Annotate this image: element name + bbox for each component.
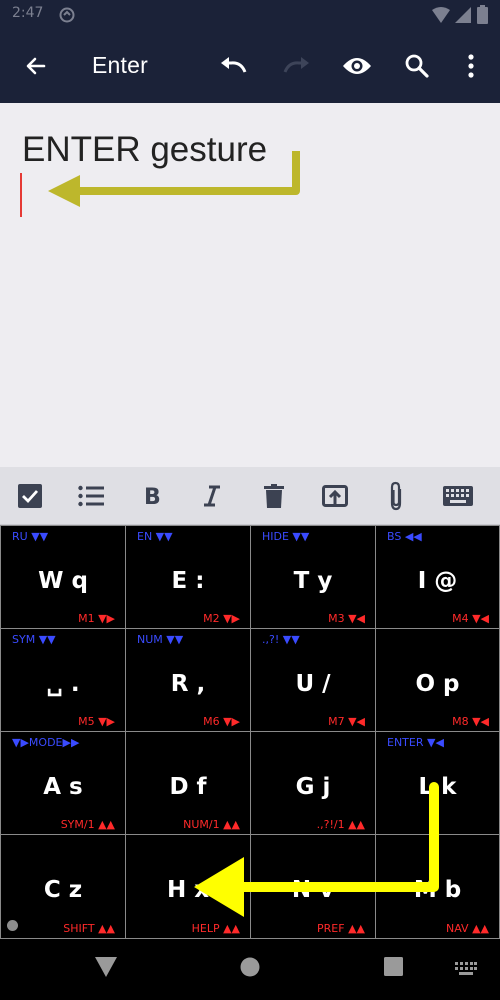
key-main-label: R , xyxy=(170,671,206,697)
key-bottom-label: SYM/1 ▲▲ xyxy=(60,818,115,831)
key-bottom-label: M4 ▼◀ xyxy=(452,612,489,625)
key-top-label: ▼▶MODE▶▶ xyxy=(12,736,80,749)
italic-icon[interactable] xyxy=(192,476,232,516)
key-top-label: NUM ▼▼ xyxy=(137,633,184,646)
caps-indicator-dot xyxy=(7,920,18,931)
attach-icon[interactable] xyxy=(376,476,416,516)
share-icon[interactable] xyxy=(315,476,355,516)
key-bottom-label: PREF ▲▲ xyxy=(317,922,365,935)
home-circle-icon[interactable] xyxy=(240,957,260,981)
redo-icon[interactable] xyxy=(272,42,320,90)
key-main-label: U / xyxy=(295,671,331,697)
key-t[interactable]: HIDE ▼▼ T y M3 ▼◀ xyxy=(250,525,376,629)
key-bottom-label: M1 ▼▶ xyxy=(78,612,115,625)
key-g[interactable]: G j .,?!/1 ▲▲ xyxy=(250,731,376,835)
key-main-label: O p xyxy=(415,671,460,697)
key-main-label: I @ xyxy=(417,568,458,594)
battery-icon xyxy=(477,5,488,28)
key-space[interactable]: SYM ▼▼ ␣ . M5 ▼▶ xyxy=(0,628,126,732)
key-main-label: T y xyxy=(293,568,333,594)
format-toolbar: B xyxy=(0,467,500,525)
more-vert-icon[interactable] xyxy=(447,42,495,90)
app-toolbar: Enter xyxy=(0,30,500,103)
key-m[interactable]: M b NAV ▲▲ xyxy=(375,834,500,939)
key-n[interactable]: N v PREF ▲▲ xyxy=(250,834,376,939)
messagease-keyboard: RU ▼▼ W q M1 ▼▶ EN ▼▼ E : M2 ▼▶ HIDE ▼▼ … xyxy=(0,525,500,939)
checkbox-icon[interactable] xyxy=(10,476,50,516)
sync-icon xyxy=(58,6,76,28)
key-top-label: HIDE ▼▼ xyxy=(262,530,310,543)
recents-square-icon[interactable] xyxy=(384,957,403,980)
bullet-list-icon[interactable] xyxy=(71,476,111,516)
key-bottom-label: M7 ▼◀ xyxy=(328,715,365,728)
key-main-label: ␣ . xyxy=(46,671,80,697)
back-triangle-icon[interactable] xyxy=(95,957,117,981)
eye-icon[interactable] xyxy=(333,42,381,90)
key-a[interactable]: ▼▶MODE▶▶ A s SYM/1 ▲▲ xyxy=(0,731,126,835)
key-main-label: A s xyxy=(43,774,83,800)
status-time: 2:47 xyxy=(12,5,44,21)
key-top-label: ENTER ▼◀ xyxy=(387,736,444,749)
key-main-label: W q xyxy=(38,568,88,594)
keyboard-icon[interactable] xyxy=(438,476,478,516)
key-c[interactable]: C z SHIFT ▲▲ xyxy=(0,834,126,939)
svg-text:B: B xyxy=(144,485,161,507)
key-main-label: D f xyxy=(169,774,207,800)
page-title: Enter xyxy=(92,52,148,78)
undo-icon[interactable] xyxy=(210,42,258,90)
delete-icon[interactable] xyxy=(254,476,294,516)
status-bar: 2:47 xyxy=(0,0,500,30)
search-icon[interactable] xyxy=(393,42,441,90)
key-w[interactable]: RU ▼▼ W q M1 ▼▶ xyxy=(0,525,126,629)
key-e[interactable]: EN ▼▼ E : M2 ▼▶ xyxy=(125,525,251,629)
system-nav-bar xyxy=(0,939,500,1000)
key-bottom-label: M8 ▼◀ xyxy=(452,715,489,728)
key-l[interactable]: ENTER ▼◀ L k xyxy=(375,731,500,835)
key-top-label: .,?! ▼▼ xyxy=(262,633,300,646)
key-main-label: H x xyxy=(166,877,210,903)
key-bottom-label: HELP ▲▲ xyxy=(191,922,240,935)
key-h[interactable]: H x HELP ▲▲ xyxy=(125,834,251,939)
key-top-label: RU ▼▼ xyxy=(12,530,49,543)
key-bottom-label: SHIFT ▲▲ xyxy=(63,922,115,935)
signal-icon xyxy=(455,7,471,27)
key-bottom-label: .,?!/1 ▲▲ xyxy=(316,818,365,831)
key-main-label: G j xyxy=(295,774,331,800)
key-d[interactable]: D f NUM/1 ▲▲ xyxy=(125,731,251,835)
key-bottom-label: NAV ▲▲ xyxy=(446,922,489,935)
key-main-label: M b xyxy=(413,877,462,903)
key-main-label: E : xyxy=(171,568,205,594)
key-bottom-label: M5 ▼▶ xyxy=(78,715,115,728)
key-top-label: SYM ▼▼ xyxy=(12,633,56,646)
key-top-label: BS ◀◀ xyxy=(387,530,422,543)
key-r[interactable]: NUM ▼▼ R , M6 ▼▶ xyxy=(125,628,251,732)
key-bottom-label: M2 ▼▶ xyxy=(203,612,240,625)
note-editor[interactable]: ENTER gesture xyxy=(0,103,500,467)
back-arrow-icon[interactable] xyxy=(12,42,60,90)
key-top-label: EN ▼▼ xyxy=(137,530,173,543)
key-bottom-label: NUM/1 ▲▲ xyxy=(183,818,240,831)
key-main-label: C z xyxy=(43,877,83,903)
key-main-label: N v xyxy=(291,877,335,903)
key-main-label: L k xyxy=(418,774,457,800)
bold-icon[interactable]: B xyxy=(132,476,172,516)
key-o[interactable]: O p M8 ▼◀ xyxy=(375,628,500,732)
wifi-icon xyxy=(432,7,450,27)
key-u[interactable]: .,?! ▼▼ U / M7 ▼◀ xyxy=(250,628,376,732)
keyboard-switch-icon[interactable] xyxy=(455,961,477,980)
key-bottom-label: M3 ▼◀ xyxy=(328,612,365,625)
enter-gesture-annotation-arrow xyxy=(48,151,300,207)
key-bottom-label: M6 ▼▶ xyxy=(203,715,240,728)
key-i[interactable]: BS ◀◀ I @ M4 ▼◀ xyxy=(375,525,500,629)
